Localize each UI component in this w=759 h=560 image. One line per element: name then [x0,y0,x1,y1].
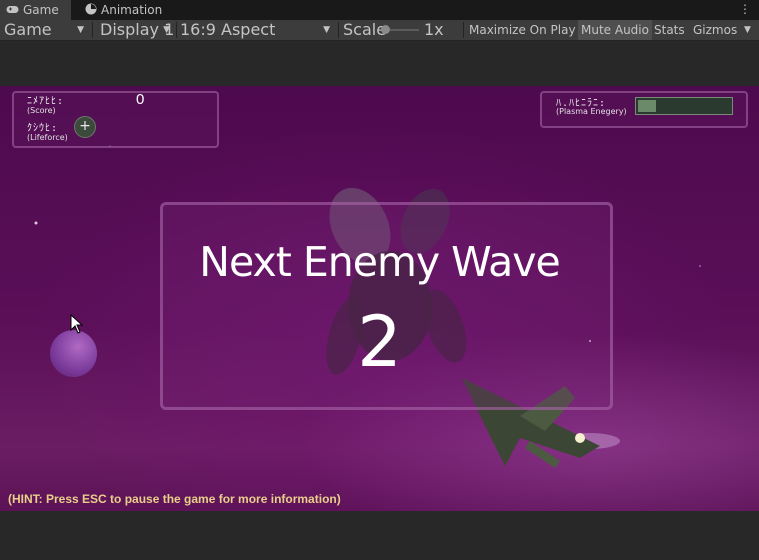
hint-text: (HINT: Press ESC to pause the game for m… [8,492,341,506]
stats-toggle[interactable]: Stats [651,20,688,40]
plasma-sub-label: (Plasma Enegery) [556,107,627,116]
tab-animation-label: Animation [101,3,163,17]
wave-number: 2 [357,301,402,383]
scale-value: 1x [424,20,444,39]
viewport-bottom-margin [0,511,759,560]
gizmos-chevron-down-icon[interactable]: ▼ [744,20,751,40]
game-viewport[interactable]: ﾆﾒｱﾋﾋ: (Score) 0 ｸｼｳﾋ: (Lifeforce) + ﾊ.ﾊ… [0,86,759,511]
tab-game-label: Game [23,3,59,17]
chevron-down-icon: ▼ [323,25,330,35]
mute-audio-toggle[interactable]: Mute Audio [578,20,652,40]
toolbar-divider [92,22,93,38]
lifeforce-alien-label: ｸｼｳﾋ: [27,123,59,134]
gamepad-icon [6,3,19,17]
scale-slider-handle[interactable] [381,25,390,34]
scale-slider-track[interactable] [385,29,419,31]
gizmos-toggle[interactable]: Gizmos [690,20,740,40]
toolbar-divider [176,22,177,38]
wave-title: Next Enemy Wave [199,238,560,286]
toolbar-divider [338,22,339,38]
aspect-value: 16:9 Aspect [180,20,276,39]
view-mode-dropdown[interactable]: Game ▼ [4,20,88,40]
aspect-dropdown[interactable]: 16:9 Aspect ▼ [180,20,334,40]
chevron-down-icon: ▼ [163,25,170,35]
score-alien-label: ﾆﾒｱﾋﾋ: [27,96,65,107]
editor-tab-bar: Game Animation ⋮ [0,0,759,20]
view-mode-value: Game [4,20,52,39]
more-options-icon[interactable]: ⋮ [739,2,751,16]
tab-animation[interactable]: Animation [79,0,162,20]
scale-label: Scale [343,20,387,39]
toolbar-divider [463,22,464,38]
score-sub-label: (Score) [27,106,56,115]
lifeforce-add-button[interactable]: + [74,116,96,138]
animation-clock-icon [85,3,97,18]
display-dropdown[interactable]: Display 1 ▼ [100,20,174,40]
tab-game[interactable]: Game [0,0,71,20]
plasma-energy-fill [638,100,656,112]
chevron-down-icon: ▼ [77,25,84,35]
plasma-energy-bar [635,97,733,115]
lifeforce-sub-label: (Lifeforce) [27,133,68,142]
maximize-on-play-toggle[interactable]: Maximize On Play [466,20,579,40]
score-value: 0 [136,91,145,108]
